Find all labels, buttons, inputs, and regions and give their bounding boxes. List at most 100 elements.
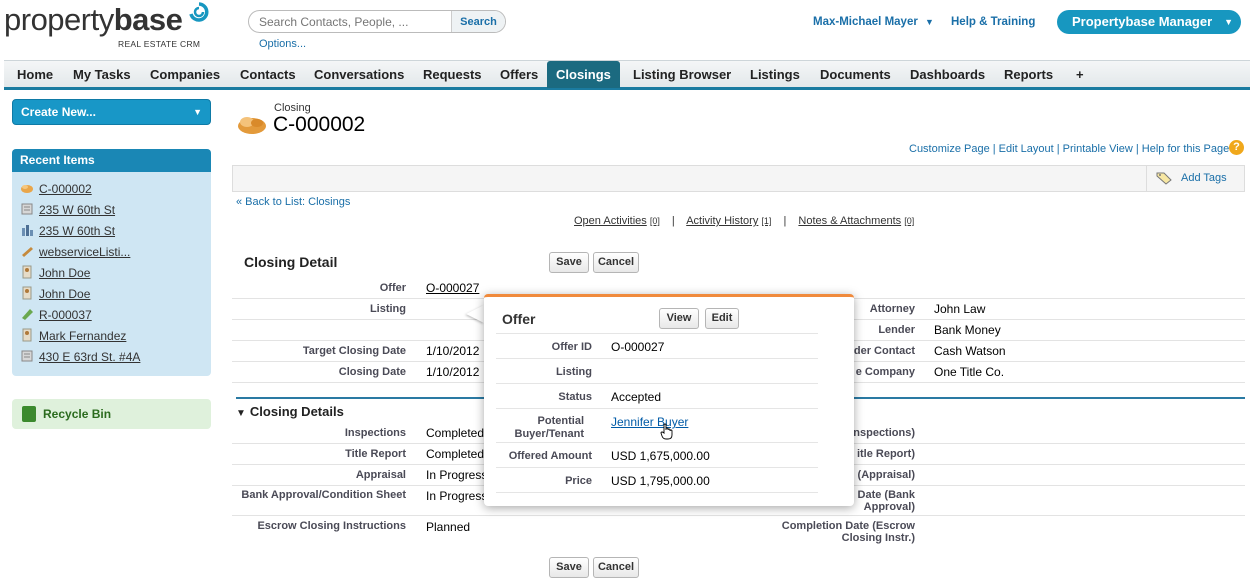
recent-item-label: C-000002 — [39, 182, 92, 196]
propertybase-logo[interactable]: propertybase REAL ESTATE CRM — [4, 2, 182, 38]
divider — [496, 408, 818, 409]
recent-item[interactable]: webserviceListi... — [20, 244, 130, 262]
field-value-target-closing-date: 1/10/2012 — [426, 344, 479, 358]
open-activities-count: [0] — [650, 216, 660, 226]
notes-attachments-link[interactable]: Notes & Attachments — [798, 215, 901, 227]
recent-item-label: John Doe — [39, 266, 90, 280]
field-label-inspections: Inspections — [236, 427, 406, 439]
field-value-appraisal: In Progress — [426, 468, 487, 482]
recent-item[interactable]: John Doe — [20, 265, 90, 283]
open-activities-link[interactable]: Open Activities — [574, 215, 647, 227]
closing-details-title: Closing Details — [250, 404, 344, 419]
divider — [496, 333, 818, 334]
save-button[interactable]: Save — [549, 557, 589, 578]
user-menu[interactable]: Max-Michael Mayer ▼ — [813, 16, 934, 28]
tab-dashboards[interactable]: Dashboards — [910, 61, 985, 88]
tab-conversations[interactable]: Conversations — [314, 61, 404, 88]
save-button[interactable]: Save — [549, 252, 589, 273]
recent-item-label: webserviceListi... — [39, 245, 130, 259]
offer-link[interactable]: O-000027 — [426, 281, 479, 295]
divider — [496, 383, 818, 384]
divider — [496, 442, 818, 443]
divider — [1146, 166, 1147, 191]
cancel-button[interactable]: Cancel — [593, 252, 639, 273]
listing-icon — [20, 202, 34, 216]
recent-item[interactable]: C-000002 — [20, 181, 92, 199]
recent-item-label: 235 W 60th St — [39, 224, 115, 238]
contact-icon — [20, 286, 34, 300]
divider — [496, 358, 818, 359]
tag-bar — [232, 165, 1245, 192]
chevron-down-icon: ▼ — [1224, 10, 1233, 34]
recent-item[interactable]: 235 W 60th St — [20, 223, 115, 241]
collapse-triangle-icon: ▼ — [236, 408, 246, 419]
help-training-link[interactable]: Help & Training — [951, 16, 1035, 28]
recycle-bin-label: Recycle Bin — [43, 407, 111, 421]
popup-value-status: Accepted — [611, 390, 661, 404]
field-label-title-report: Title Report — [236, 448, 406, 460]
divider — [496, 467, 818, 468]
logo-text-bold: base — [114, 2, 183, 37]
add-tags-link[interactable]: Add Tags — [1181, 172, 1227, 184]
tab-my-tasks[interactable]: My Tasks — [73, 61, 131, 88]
field-label-escrow-instructions: Escrow Closing Instructions — [236, 520, 406, 532]
cancel-button[interactable]: Cancel — [593, 557, 639, 578]
field-value-lender: Bank Money — [934, 323, 1001, 337]
closing-icon — [20, 181, 34, 195]
field-value-title-company: One Title Co. — [934, 365, 1004, 379]
recent-item[interactable]: Mark Fernandez — [20, 328, 126, 346]
create-new-button[interactable]: Create New...▼ — [12, 99, 211, 125]
recent-item[interactable]: 430 E 63rd St. #4A — [20, 349, 140, 367]
logo-subtitle: REAL ESTATE CRM — [118, 39, 200, 49]
add-tab-icon[interactable]: + — [1076, 61, 1084, 88]
field-value-attorney: John Law — [934, 302, 985, 316]
tab-closings[interactable]: Closings — [547, 61, 620, 88]
recent-item-label: 430 E 63rd St. #4A — [39, 350, 140, 364]
recent-item[interactable]: 235 W 60th St — [20, 202, 115, 220]
field-value-inspections: Completed — [426, 426, 484, 440]
popup-label-status: Status — [492, 391, 592, 404]
field-label-escrow-completion-date: Completion Date (Escrow Closing Instr.) — [760, 520, 915, 544]
popup-label-listing: Listing — [492, 366, 592, 379]
recent-item[interactable]: John Doe — [20, 286, 90, 304]
recent-items-title: Recent Items — [12, 149, 211, 172]
tab-listing-browser[interactable]: Listing Browser — [633, 61, 731, 88]
separator: | — [783, 215, 786, 227]
request-icon — [20, 307, 34, 321]
tab-bar: Home My Tasks Companies Contacts Convers… — [4, 60, 1250, 90]
activity-history-link[interactable]: Activity History — [686, 215, 758, 227]
view-button[interactable]: View — [659, 308, 699, 329]
tab-home[interactable]: Home — [17, 61, 53, 88]
hand-cursor-icon — [660, 423, 674, 441]
help-icon[interactable]: ? — [1229, 140, 1244, 155]
recent-item[interactable]: R-000037 — [20, 307, 92, 325]
search-button[interactable]: Search — [451, 11, 505, 32]
user-name: Max-Michael Mayer — [813, 16, 918, 28]
field-label-bank-approval: Bank Approval/Condition Sheet — [236, 489, 406, 501]
field-label-closing-date: Closing Date — [240, 366, 406, 378]
tab-requests[interactable]: Requests — [423, 61, 482, 88]
back-to-list-link[interactable]: « Back to List: Closings — [236, 196, 350, 208]
tab-reports[interactable]: Reports — [1004, 61, 1053, 88]
recycle-bin-icon — [22, 406, 36, 422]
field-label-target-closing-date: Target Closing Date — [240, 345, 406, 357]
tab-contacts[interactable]: Contacts — [240, 61, 296, 88]
edit-button[interactable]: Edit — [705, 308, 739, 329]
page-title: C-000002 — [273, 113, 365, 137]
recycle-bin-link[interactable]: Recycle Bin — [12, 399, 211, 429]
field-label-offer: Offer — [240, 282, 406, 294]
buyer-link[interactable]: Jennifer Buyer — [611, 415, 688, 429]
popup-label-buyer: Potential Buyer/Tenant — [492, 415, 584, 441]
tab-offers[interactable]: Offers — [500, 61, 538, 88]
app-switcher-button[interactable]: Propertybase Manager▼ — [1057, 10, 1241, 34]
search-input[interactable] — [249, 11, 452, 32]
tab-listings[interactable]: Listings — [750, 61, 800, 88]
create-new-label: Create New... — [21, 105, 96, 119]
popup-value-offered-amount: USD 1,675,000.00 — [611, 449, 710, 463]
tab-companies[interactable]: Companies — [150, 61, 220, 88]
tab-documents[interactable]: Documents — [820, 61, 891, 88]
search-options-link[interactable]: Options... — [259, 38, 306, 50]
recent-items-panel: Recent Items C-000002 235 W 60th St 235 … — [12, 149, 211, 376]
closing-detail-title: Closing Detail — [244, 254, 337, 270]
page-links[interactable]: Customize Page | Edit Layout | Printable… — [909, 143, 1229, 155]
